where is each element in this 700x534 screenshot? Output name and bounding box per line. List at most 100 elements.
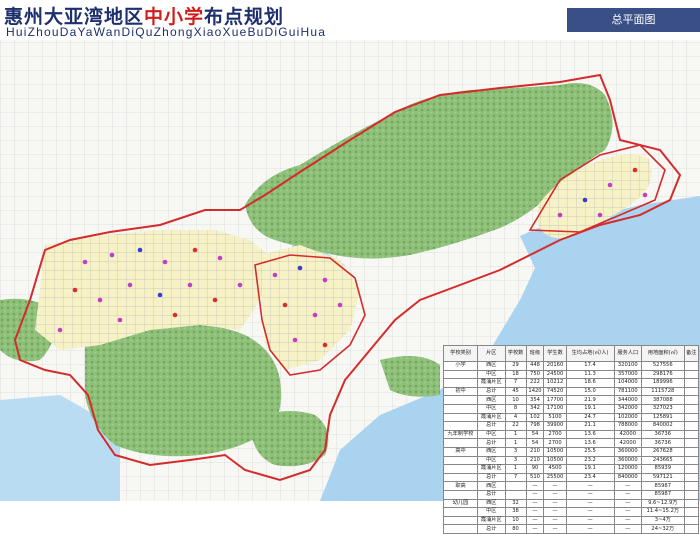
table-row: 中区 8 342 17100 19.1 342000 327023	[442, 403, 700, 414]
table-cell: 1115728	[641, 386, 685, 397]
table-cell: 初中	[442, 386, 479, 397]
table-cell: —	[565, 498, 615, 509]
table-cell	[442, 455, 479, 466]
table-cell	[683, 369, 700, 380]
table-cell: 342	[525, 403, 545, 414]
table-cell: 32	[504, 498, 527, 509]
table-cell	[683, 481, 700, 491]
pinyin-subtitle: HuiZhouDaYaWanDiQuZhongXiaoXueBuDiGuiHua	[6, 25, 327, 39]
table-cell: 霞涌片区	[477, 378, 506, 388]
table-cell: 10500	[543, 455, 567, 466]
table-cell: 90	[525, 464, 545, 474]
table-cell: 80	[504, 524, 527, 534]
table-cell	[442, 378, 479, 388]
table-cell	[683, 412, 700, 423]
table-row: 总计 — — — —85987	[442, 489, 700, 500]
table-cell: —	[543, 498, 567, 509]
table-cell: 7	[504, 378, 527, 388]
table-cell: 总计	[477, 421, 506, 431]
table-cell: 24~32万	[641, 524, 685, 534]
table-cell: 36736	[641, 438, 685, 448]
table-cell	[442, 421, 479, 431]
table-cell: —	[543, 515, 567, 526]
table-cell: 85987	[641, 489, 685, 500]
table-cell: 360000	[613, 446, 643, 457]
table-cell: 39900	[543, 421, 567, 431]
table-header: 学生数	[543, 345, 567, 362]
table-cell: 25.5	[565, 446, 615, 457]
table-cell: 小学	[442, 361, 479, 371]
table-cell: 西区	[477, 481, 506, 491]
table-cell	[442, 507, 479, 517]
table-cell: 21.1	[565, 421, 615, 431]
table-cell: 840002	[641, 421, 685, 431]
table-cell: 3~4万	[641, 515, 685, 526]
table-cell: 1420	[525, 386, 545, 397]
table-cell: 25500	[543, 472, 567, 483]
table-cell: 23.2	[565, 455, 615, 466]
table-cell	[504, 489, 527, 500]
table-row: 霞涌片区 1 90 4500 19.1 120000 85939	[442, 464, 700, 474]
table-cell: 344000	[613, 395, 643, 405]
table-cell: 222	[525, 378, 545, 388]
table-cell: 5100	[543, 412, 567, 423]
table-cell: 85939	[641, 464, 685, 474]
table-cell	[442, 489, 479, 500]
table-cell	[683, 472, 700, 483]
table-cell	[683, 515, 700, 526]
table-row: 幼儿园 西区 32— — — —9.6~12.9万	[442, 498, 700, 509]
table-cell: 总计	[477, 438, 506, 448]
table-cell: 中区	[477, 455, 506, 466]
table-cell	[442, 395, 479, 405]
table-row: 小学 西区 29 448 20160 17.4 320100 527556	[442, 361, 700, 371]
table-cell: —	[613, 524, 643, 534]
table-cell: 42000	[613, 429, 643, 440]
table-cell: 总计	[477, 524, 506, 534]
table-cell: 120000	[613, 464, 643, 474]
table-row: 中区 38— — — —11.4~15.2万	[442, 507, 700, 517]
table-cell: 320100	[613, 361, 643, 371]
table-cell: 267628	[641, 446, 685, 457]
table-row: 霞涌片区 10— — — —3~4万	[442, 515, 700, 526]
table-cell: 13.6	[565, 429, 615, 440]
table-cell: 8	[504, 403, 527, 414]
table-cell: —	[525, 507, 545, 517]
view-tab-master-plan[interactable]: 总平面图	[567, 8, 700, 32]
table-cell	[442, 524, 479, 534]
table-cell: 597121	[641, 472, 685, 483]
table-cell: 18	[504, 369, 527, 380]
table-cell: 霞涌片区	[477, 515, 506, 526]
table-cell	[442, 472, 479, 483]
table-cell: 11.4~15.2万	[641, 507, 685, 517]
table-cell: 38	[504, 507, 527, 517]
table-cell: 总计	[477, 386, 506, 397]
table-cell	[683, 386, 700, 397]
table-cell: 职高	[442, 481, 479, 491]
table-cell: —	[565, 515, 615, 526]
table-cell	[683, 403, 700, 414]
table-header: 服务人口	[613, 345, 643, 362]
table-cell: 210	[525, 455, 545, 466]
table-cell: —	[613, 489, 643, 500]
table-cell: 36736	[641, 429, 685, 440]
table-cell: 10212	[543, 378, 567, 388]
table-cell: 298176	[641, 369, 685, 380]
table-cell: 4500	[543, 464, 567, 474]
table-cell: 7	[504, 472, 527, 483]
table-cell: 448	[525, 361, 545, 371]
table-cell: 霞涌片区	[477, 464, 506, 474]
table-cell: 西区	[477, 395, 506, 405]
table-cell: 11.3	[565, 369, 615, 380]
school-statistics-table: 学校类别 片区 学校数 班级 学生数 生均占地(㎡/人) 服务人口 用地面积(㎡…	[442, 345, 700, 534]
table-cell: 354	[525, 395, 545, 405]
table-row: 中区 3 210 10500 23.2 360000 243665	[442, 455, 700, 466]
table-cell: 45	[504, 386, 527, 397]
table-cell: —	[565, 481, 615, 491]
table-cell	[442, 515, 479, 526]
table-cell	[683, 464, 700, 474]
table-cell	[683, 421, 700, 431]
table-cell	[683, 429, 700, 440]
table-row: 初中 总计 45 1420 74520 15.0 781100 1115728	[442, 386, 700, 397]
table-cell: 54	[525, 438, 545, 448]
table-cell: 125891	[641, 412, 685, 423]
